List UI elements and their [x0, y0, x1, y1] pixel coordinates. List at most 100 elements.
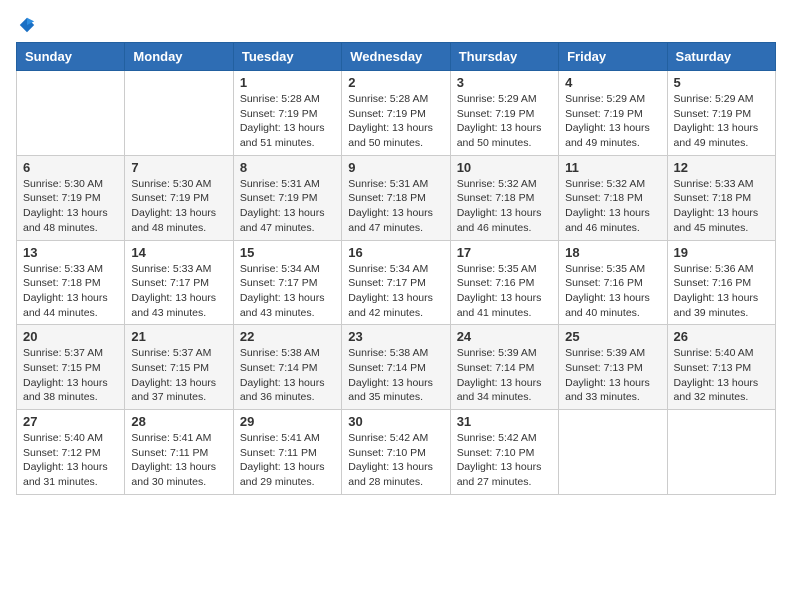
calendar-week-row: 6 Sunrise: 5:30 AMSunset: 7:19 PMDaylight… — [17, 155, 776, 240]
day-info: Sunrise: 5:30 AMSunset: 7:19 PMDaylight:… — [131, 177, 226, 236]
calendar-cell: 22 Sunrise: 5:38 AMSunset: 7:14 PMDayligh… — [233, 325, 341, 410]
day-info: Sunrise: 5:39 AMSunset: 7:14 PMDaylight:… — [457, 346, 552, 405]
page-header — [16, 16, 776, 34]
day-number: 18 — [565, 245, 660, 260]
calendar-cell: 24 Sunrise: 5:39 AMSunset: 7:14 PMDayligh… — [450, 325, 558, 410]
day-number: 31 — [457, 414, 552, 429]
calendar-cell: 11 Sunrise: 5:32 AMSunset: 7:18 PMDayligh… — [559, 155, 667, 240]
calendar-cell: 3 Sunrise: 5:29 AMSunset: 7:19 PMDaylight… — [450, 71, 558, 156]
day-number: 11 — [565, 160, 660, 175]
calendar-cell: 21 Sunrise: 5:37 AMSunset: 7:15 PMDayligh… — [125, 325, 233, 410]
day-of-week-header: Saturday — [667, 43, 775, 71]
day-of-week-header: Sunday — [17, 43, 125, 71]
day-number: 1 — [240, 75, 335, 90]
calendar-header-row: SundayMondayTuesdayWednesdayThursdayFrid… — [17, 43, 776, 71]
calendar-cell — [667, 410, 775, 495]
day-number: 25 — [565, 329, 660, 344]
day-number: 21 — [131, 329, 226, 344]
day-info: Sunrise: 5:33 AMSunset: 7:18 PMDaylight:… — [674, 177, 769, 236]
calendar-cell: 28Sunrise: 5:41 AMSunset: 7:11 PMDayligh… — [125, 410, 233, 495]
calendar-cell: 19 Sunrise: 5:36 AMSunset: 7:16 PMDayligh… — [667, 240, 775, 325]
day-number: 26 — [674, 329, 769, 344]
calendar-week-row: 27Sunrise: 5:40 AMSunset: 7:12 PMDayligh… — [17, 410, 776, 495]
day-info: Sunrise: 5:30 AMSunset: 7:19 PMDaylight:… — [23, 177, 118, 236]
day-info: Sunrise: 5:31 AMSunset: 7:19 PMDaylight:… — [240, 177, 335, 236]
day-number: 3 — [457, 75, 552, 90]
day-number: 9 — [348, 160, 443, 175]
calendar-cell: 25 Sunrise: 5:39 AMSunset: 7:13 PMDayligh… — [559, 325, 667, 410]
day-number: 16 — [348, 245, 443, 260]
day-info: Sunrise: 5:41 AMSunset: 7:11 PMDaylight:… — [240, 431, 335, 490]
day-number: 30 — [348, 414, 443, 429]
calendar-cell: 17 Sunrise: 5:35 AMSunset: 7:16 PMDayligh… — [450, 240, 558, 325]
day-info: Sunrise: 5:33 AMSunset: 7:18 PMDaylight:… — [23, 262, 118, 321]
day-info: Sunrise: 5:38 AMSunset: 7:14 PMDaylight:… — [348, 346, 443, 405]
day-number: 15 — [240, 245, 335, 260]
day-info: Sunrise: 5:34 AMSunset: 7:17 PMDaylight:… — [240, 262, 335, 321]
calendar-cell: 4Sunrise: 5:29 AMSunset: 7:19 PMDaylight… — [559, 71, 667, 156]
day-info: Sunrise: 5:42 AMSunset: 7:10 PMDaylight:… — [457, 431, 552, 490]
day-number: 29 — [240, 414, 335, 429]
calendar-cell: 7 Sunrise: 5:30 AMSunset: 7:19 PMDaylight… — [125, 155, 233, 240]
calendar-cell: 15 Sunrise: 5:34 AMSunset: 7:17 PMDayligh… — [233, 240, 341, 325]
day-info: Sunrise: 5:37 AMSunset: 7:15 PMDaylight:… — [131, 346, 226, 405]
logo-icon — [18, 16, 36, 34]
day-info: Sunrise: 5:38 AMSunset: 7:14 PMDaylight:… — [240, 346, 335, 405]
calendar-cell — [17, 71, 125, 156]
calendar-cell: 16 Sunrise: 5:34 AMSunset: 7:17 PMDayligh… — [342, 240, 450, 325]
day-info: Sunrise: 5:29 AMSunset: 7:19 PMDaylight:… — [457, 92, 552, 151]
calendar-cell — [559, 410, 667, 495]
logo — [16, 16, 36, 34]
day-info: Sunrise: 5:29 AMSunset: 7:19 PMDaylight:… — [674, 92, 769, 151]
day-info: Sunrise: 5:28 AMSunset: 7:19 PMDaylight:… — [240, 92, 335, 151]
day-info: Sunrise: 5:36 AMSunset: 7:16 PMDaylight:… — [674, 262, 769, 321]
calendar-cell: 13 Sunrise: 5:33 AMSunset: 7:18 PMDayligh… — [17, 240, 125, 325]
calendar-cell: 6 Sunrise: 5:30 AMSunset: 7:19 PMDaylight… — [17, 155, 125, 240]
calendar-cell: 8 Sunrise: 5:31 AMSunset: 7:19 PMDaylight… — [233, 155, 341, 240]
calendar-cell: 2Sunrise: 5:28 AMSunset: 7:19 PMDaylight… — [342, 71, 450, 156]
calendar-cell: 14Sunrise: 5:33 AMSunset: 7:17 PMDayligh… — [125, 240, 233, 325]
calendar-cell: 20 Sunrise: 5:37 AMSunset: 7:15 PMDayligh… — [17, 325, 125, 410]
day-number: 13 — [23, 245, 118, 260]
day-number: 6 — [23, 160, 118, 175]
calendar-cell: 29 Sunrise: 5:41 AMSunset: 7:11 PMDayligh… — [233, 410, 341, 495]
day-info: Sunrise: 5:31 AMSunset: 7:18 PMDaylight:… — [348, 177, 443, 236]
day-number: 23 — [348, 329, 443, 344]
day-number: 17 — [457, 245, 552, 260]
day-of-week-header: Tuesday — [233, 43, 341, 71]
calendar-cell: 12 Sunrise: 5:33 AMSunset: 7:18 PMDayligh… — [667, 155, 775, 240]
day-info: Sunrise: 5:32 AMSunset: 7:18 PMDaylight:… — [565, 177, 660, 236]
day-info: Sunrise: 5:35 AMSunset: 7:16 PMDaylight:… — [565, 262, 660, 321]
day-number: 4 — [565, 75, 660, 90]
calendar-week-row: 13 Sunrise: 5:33 AMSunset: 7:18 PMDayligh… — [17, 240, 776, 325]
day-info: Sunrise: 5:33 AMSunset: 7:17 PMDaylight:… — [131, 262, 226, 321]
day-number: 7 — [131, 160, 226, 175]
day-number: 20 — [23, 329, 118, 344]
calendar-week-row: 1 Sunrise: 5:28 AMSunset: 7:19 PMDaylight… — [17, 71, 776, 156]
day-number: 12 — [674, 160, 769, 175]
calendar-cell: 31 Sunrise: 5:42 AMSunset: 7:10 PMDayligh… — [450, 410, 558, 495]
day-number: 19 — [674, 245, 769, 260]
day-of-week-header: Monday — [125, 43, 233, 71]
calendar-cell: 27Sunrise: 5:40 AMSunset: 7:12 PMDayligh… — [17, 410, 125, 495]
day-info: Sunrise: 5:34 AMSunset: 7:17 PMDaylight:… — [348, 262, 443, 321]
calendar-cell: 23 Sunrise: 5:38 AMSunset: 7:14 PMDayligh… — [342, 325, 450, 410]
calendar-cell: 10 Sunrise: 5:32 AMSunset: 7:18 PMDayligh… — [450, 155, 558, 240]
day-info: Sunrise: 5:40 AMSunset: 7:12 PMDaylight:… — [23, 431, 118, 490]
day-of-week-header: Friday — [559, 43, 667, 71]
calendar-cell: 26Sunrise: 5:40 AMSunset: 7:13 PMDayligh… — [667, 325, 775, 410]
day-info: Sunrise: 5:32 AMSunset: 7:18 PMDaylight:… — [457, 177, 552, 236]
day-info: Sunrise: 5:35 AMSunset: 7:16 PMDaylight:… — [457, 262, 552, 321]
calendar-table: SundayMondayTuesdayWednesdayThursdayFrid… — [16, 42, 776, 495]
day-number: 8 — [240, 160, 335, 175]
day-info: Sunrise: 5:37 AMSunset: 7:15 PMDaylight:… — [23, 346, 118, 405]
day-number: 5 — [674, 75, 769, 90]
day-info: Sunrise: 5:39 AMSunset: 7:13 PMDaylight:… — [565, 346, 660, 405]
calendar-cell — [125, 71, 233, 156]
day-number: 24 — [457, 329, 552, 344]
day-number: 22 — [240, 329, 335, 344]
calendar-cell: 18 Sunrise: 5:35 AMSunset: 7:16 PMDayligh… — [559, 240, 667, 325]
day-info: Sunrise: 5:42 AMSunset: 7:10 PMDaylight:… — [348, 431, 443, 490]
day-number: 10 — [457, 160, 552, 175]
day-number: 2 — [348, 75, 443, 90]
